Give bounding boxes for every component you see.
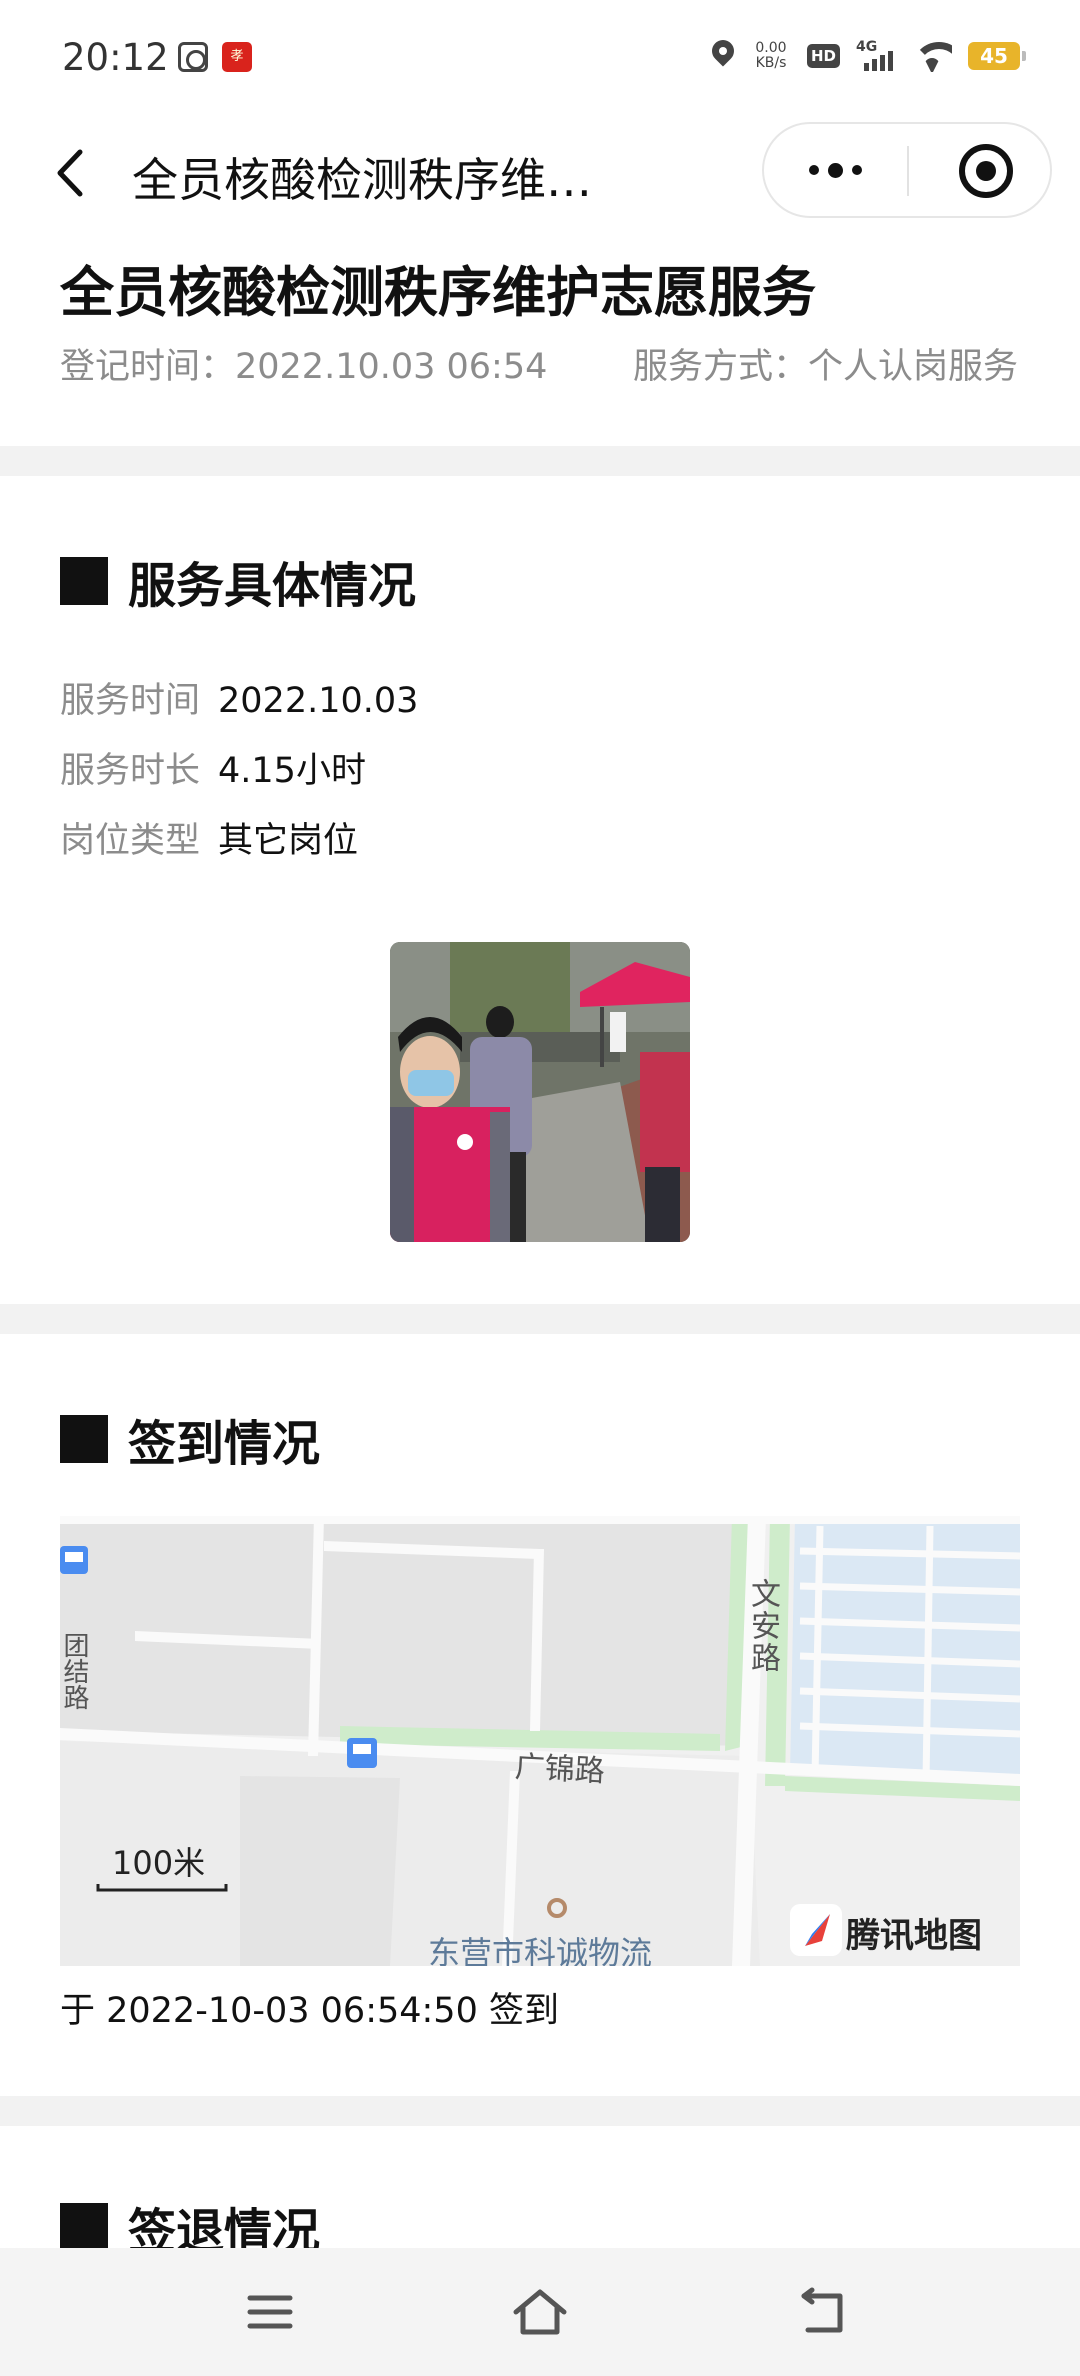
capsule-divider: [907, 146, 909, 196]
more-dots-icon[interactable]: [764, 124, 907, 216]
bus-stop-icon: [347, 1738, 377, 1768]
map-road-label: 团结路: [60, 1632, 89, 1710]
section-marker-icon: [60, 2203, 108, 2251]
app-notification-icon: [178, 42, 208, 72]
detail-label: 服务时长: [60, 751, 201, 791]
wifi-icon: [912, 40, 952, 72]
status-bar: 20:12 孝 0.00 KB/s HD 4G 45: [0, 0, 1080, 118]
service-detail-card: 服务具体情况 服务时间 2022.10.03 服务时长 4.15小时 岗位类型 其它岗…: [0, 476, 1080, 1304]
nav-title: 全员核酸检测秩序维…: [132, 153, 592, 207]
map-scale-label: 100米: [112, 1844, 206, 1882]
app-notification-icon-red: 孝: [222, 42, 252, 72]
network-speed: 0.00 KB/s: [751, 41, 791, 71]
cellular-signal-icon: 4G: [856, 39, 896, 73]
signin-card: 签到情况 文安路 广锦路 团结路 东营市科诚物流 100米 腾讯地图 于 202…: [0, 1334, 1080, 2096]
battery-icon: 45: [968, 42, 1026, 70]
detail-row-duration: 服务时长 4.15小时: [60, 742, 366, 793]
map-road-label: 广锦路: [513, 1749, 606, 1790]
detail-value: 其它岗位: [218, 821, 359, 861]
mini-program-capsule: [762, 122, 1052, 218]
signin-map[interactable]: 文安路 广锦路 团结路 东营市科诚物流 100米 腾讯地图: [60, 1516, 1020, 1966]
network-speed-unit: KB/s: [755, 55, 787, 71]
detail-row-time: 服务时间 2022.10.03: [60, 672, 418, 723]
menu-icon[interactable]: [240, 2284, 300, 2340]
detail-value: 4.15小时: [218, 751, 366, 791]
home-icon[interactable]: [510, 2284, 570, 2340]
service-detail-heading: 服务具体情况: [60, 546, 416, 616]
location-icon: [711, 40, 735, 72]
service-photo[interactable]: [390, 942, 690, 1242]
section-marker-icon: [60, 557, 108, 605]
system-nav-bar: [0, 2248, 1080, 2376]
network-speed-value: 0.00: [755, 40, 787, 56]
section-marker-icon: [60, 1415, 108, 1463]
detail-row-type: 岗位类型 其它岗位: [60, 812, 358, 863]
map-provider-label: 腾讯地图: [846, 1916, 982, 1956]
nav-bar: 全员核酸检测秩序维…: [0, 118, 1080, 228]
bus-stop-icon: [60, 1546, 88, 1574]
network-type: 4G: [856, 39, 878, 55]
header-card: 全员核酸检测秩序维护志愿服务 登记时间：2022.10.03 06:54 服务方…: [0, 228, 1080, 446]
hd-icon: HD: [806, 44, 840, 68]
signin-heading: 签到情况: [60, 1404, 320, 1474]
back-icon[interactable]: [794, 2284, 854, 2340]
service-mode: 服务方式：个人认岗服务: [632, 347, 1018, 387]
map-poi-label: 东营市科诚物流: [428, 1934, 653, 1966]
signin-title: 签到情况: [128, 1416, 321, 1472]
detail-label: 岗位类型: [60, 821, 201, 861]
page-title: 全员核酸检测秩序维护志愿服务: [60, 261, 816, 324]
register-time: 登记时间：2022.10.03 06:54: [60, 347, 548, 387]
detail-label: 服务时间: [60, 681, 201, 721]
status-indicators: 0.00 KB/s HD 4G 45: [711, 36, 1026, 76]
detail-value: 2022.10.03: [218, 681, 419, 721]
service-detail-title: 服务具体情况: [128, 558, 417, 614]
signin-time-text: 于 2022-10-03 06:54:50 签到: [60, 1991, 559, 2031]
status-time: 20:12: [62, 36, 169, 79]
target-close-icon[interactable]: [959, 144, 1013, 198]
map-road-label: 文安路: [745, 1578, 780, 1674]
back-arrow-icon[interactable]: [50, 146, 100, 200]
signout-card: 签退情况: [0, 2126, 1080, 2260]
